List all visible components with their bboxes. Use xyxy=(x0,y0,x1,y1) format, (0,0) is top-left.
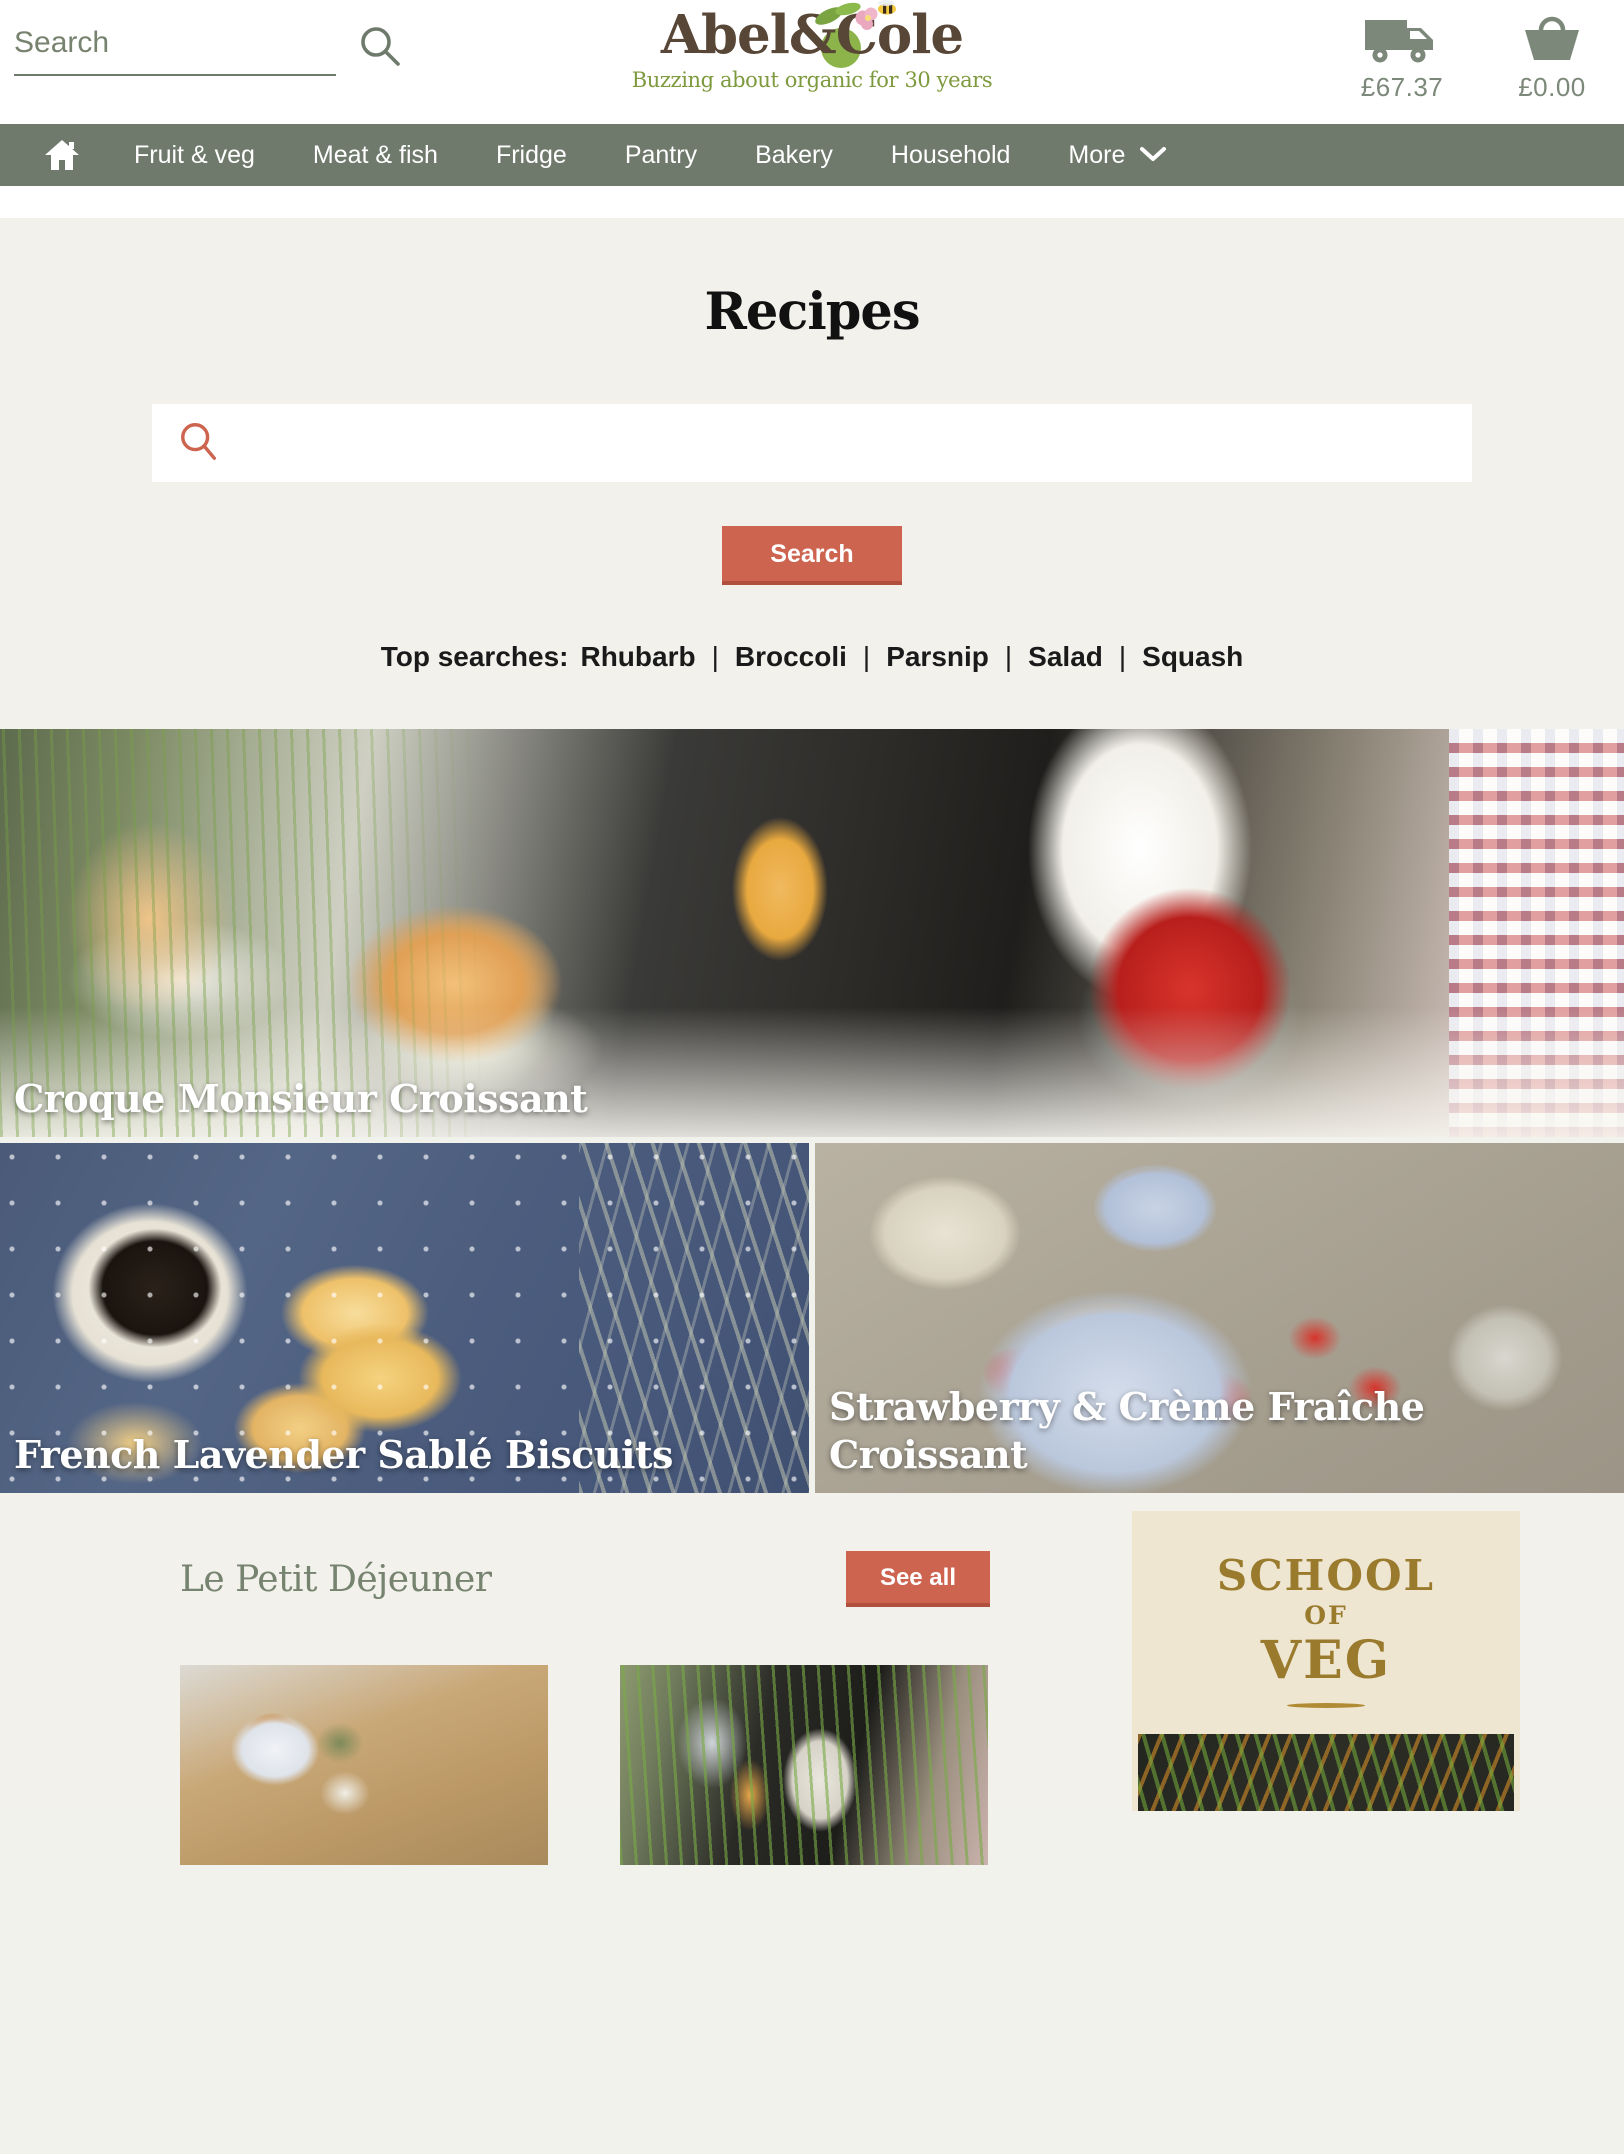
nav-item-fruit-veg[interactable]: Fruit & veg xyxy=(134,141,255,170)
delivery-truck-icon xyxy=(1356,12,1448,66)
recipe-tile-row: French Lavender Sablé Biscuits Strawberr… xyxy=(0,1143,1624,1493)
basket-summary[interactable]: £0.00 xyxy=(1506,12,1598,103)
recipe-search-input[interactable] xyxy=(238,427,1472,459)
main-navigation: Fruit & veg Meat & fish Fridge Pantry Ba… xyxy=(0,124,1624,186)
nav-label: Fruit & veg xyxy=(134,140,255,169)
top-searches-label: Top searches: xyxy=(380,641,569,672)
nav-underline-strip xyxy=(0,186,1624,218)
top-search-salad[interactable]: Salad xyxy=(1028,641,1103,672)
school-of-veg-photo xyxy=(1138,1734,1514,1811)
delivery-amount: £67.37 xyxy=(1360,72,1444,102)
nav-label: Pantry xyxy=(624,140,698,169)
school-of-veg-promo[interactable]: SCHOOL OF VEG xyxy=(1132,1511,1520,1811)
see-all-button[interactable]: See all xyxy=(845,1551,990,1607)
chevron-down-icon xyxy=(1139,141,1167,170)
recipe-tile-hero[interactable]: Croque Monsieur Croissant xyxy=(0,729,1624,1137)
home-icon[interactable] xyxy=(44,138,80,172)
recipe-tile-right[interactable]: Strawberry & Crème Fraîche Croissant xyxy=(815,1143,1624,1493)
nav-label: Meat & fish xyxy=(312,140,438,169)
page-title: Recipes xyxy=(704,282,920,342)
decorative-rule xyxy=(1287,1703,1365,1708)
recipe-tile-left[interactable]: French Lavender Sablé Biscuits xyxy=(0,1143,809,1493)
nav-item-more[interactable]: More xyxy=(1068,141,1167,170)
basket-amount: £0.00 xyxy=(1518,72,1586,102)
search-icon xyxy=(178,420,220,467)
recipe-search-submit-wrap: Search xyxy=(0,526,1624,585)
nav-item-meat-fish[interactable]: Meat & fish xyxy=(313,141,438,170)
nav-item-fridge[interactable]: Fridge xyxy=(496,141,567,170)
petit-dejeuner-collection: Le Petit Déjeuner See all xyxy=(180,1551,990,1865)
school-of-veg-line2: OF xyxy=(1304,1601,1348,1630)
nav-label: Fridge xyxy=(495,140,567,169)
top-search-broccoli[interactable]: Broccoli xyxy=(735,641,847,672)
top-search-squash[interactable]: Squash xyxy=(1142,641,1243,672)
featured-recipes: Croque Monsieur Croissant French Lavende… xyxy=(0,729,1624,1493)
header-actions: £67.37 £0.00 xyxy=(1356,12,1598,103)
nav-label: More xyxy=(1068,140,1126,169)
separator: | xyxy=(862,641,871,672)
logo-wordmark: Abel&Cole xyxy=(602,0,1022,68)
search-icon[interactable] xyxy=(358,24,402,68)
recipes-search-section: Recipes Search Top searches: Rhubarb | Broc… xyxy=(0,218,1624,729)
separator: | xyxy=(1118,641,1127,672)
recipe-card-1[interactable] xyxy=(180,1665,548,1865)
separator: | xyxy=(711,641,719,672)
school-of-veg-logo: SCHOOL OF VEG xyxy=(1132,1511,1520,1708)
top-searches: Top searches: Rhubarb | Broccoli | Parsnip | Sa… xyxy=(0,641,1624,673)
recipe-search-box[interactable] xyxy=(152,404,1472,482)
top-search-rhubarb[interactable]: Rhubarb xyxy=(580,641,695,672)
nav-label: Bakery xyxy=(755,140,833,169)
leaves-bee-blossom-icon xyxy=(815,0,896,30)
collection-cards xyxy=(180,1665,990,1865)
search-button[interactable]: Search xyxy=(722,526,902,585)
recipe-tile-caption: French Lavender Sablé Biscuits xyxy=(14,1432,673,1477)
shopping-basket-icon xyxy=(1506,12,1598,66)
separator: | xyxy=(1004,641,1013,672)
recipe-tile-caption: Strawberry & Crème Fraîche Croissant xyxy=(829,1384,1425,1477)
delivery-summary[interactable]: £67.37 xyxy=(1356,12,1448,103)
nav-item-pantry[interactable]: Pantry xyxy=(625,141,697,170)
collection-header: Le Petit Déjeuner See all xyxy=(180,1551,990,1607)
header-search xyxy=(14,26,414,76)
top-search-parsnip[interactable]: Parsnip xyxy=(886,641,989,672)
logo-tagline: Buzzing about organic for 30 years xyxy=(631,68,993,92)
collections-section: Le Petit Déjeuner See all SCHOOL OF VEG xyxy=(0,1493,1624,1865)
school-of-veg-line1: SCHOOL xyxy=(1216,1551,1436,1600)
header-search-input[interactable] xyxy=(14,26,336,76)
nav-item-bakery[interactable]: Bakery xyxy=(755,141,833,170)
recipe-card-2[interactable] xyxy=(620,1665,988,1865)
nav-label: Household xyxy=(890,140,1011,169)
recipe-tile-caption: Croque Monsieur Croissant xyxy=(14,1076,588,1121)
site-logo[interactable]: Abel&Cole Buzzing about organic for 30 y… xyxy=(602,0,1022,92)
nav-item-household[interactable]: Household xyxy=(891,141,1011,170)
school-of-veg-line3: VEG xyxy=(1260,1630,1392,1691)
collection-title: Le Petit Déjeuner xyxy=(180,1558,492,1600)
site-header: Abel&Cole Buzzing about organic for 30 y… xyxy=(0,0,1624,124)
